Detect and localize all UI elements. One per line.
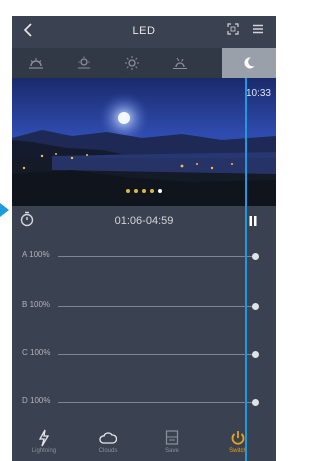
channel-value: 100% xyxy=(30,348,51,357)
page-dot xyxy=(150,189,154,193)
channel-name: C xyxy=(22,348,28,357)
slider-handle[interactable] xyxy=(252,399,259,406)
pause-icon xyxy=(249,216,257,226)
sun-icon xyxy=(125,56,139,70)
nav-label: Clouds xyxy=(98,448,118,454)
cloud-icon xyxy=(99,432,117,444)
sunset-icon xyxy=(173,57,187,70)
phone-screen: LED 10:33 01:06-04:59 A 100% B 100% C 10… xyxy=(12,16,276,461)
sun-high-icon xyxy=(78,56,90,69)
schedule-row: 01:06-04:59 xyxy=(12,206,276,236)
tab-morning[interactable] xyxy=(60,48,108,78)
page-dot xyxy=(126,189,130,193)
channel-a-label: A 100% xyxy=(22,250,50,259)
channel-name: B xyxy=(22,300,28,309)
nav-label: Switch xyxy=(229,448,247,454)
channel-value: 100% xyxy=(30,396,51,405)
annotation-line xyxy=(245,78,247,461)
channel-name: D xyxy=(22,396,28,405)
annotation-arrow xyxy=(0,203,9,217)
preview-time: 10:33 xyxy=(245,88,271,99)
channel-b-slider[interactable]: B 100% xyxy=(12,298,276,314)
scene-preview-image: 10:33 xyxy=(12,78,276,206)
bottom-navigation: Lightning Clouds Save Switch xyxy=(12,426,276,461)
channel-value: 100% xyxy=(29,300,51,309)
nav-switch[interactable]: Switch xyxy=(212,426,264,461)
channel-value: 100% xyxy=(29,250,50,259)
fullscreen-icon xyxy=(227,23,239,35)
light-mode-tabs xyxy=(12,48,276,78)
time-range: 01:06-04:59 xyxy=(114,215,174,227)
sunrise-icon xyxy=(29,58,43,69)
save-icon xyxy=(165,430,179,445)
lightning-icon xyxy=(38,429,50,447)
slider-track[interactable] xyxy=(58,354,255,355)
slider-track[interactable] xyxy=(58,402,255,403)
pause-button[interactable] xyxy=(248,214,258,232)
tab-noon[interactable] xyxy=(108,48,156,78)
channel-a-slider[interactable]: A 100% xyxy=(12,248,276,264)
channel-c-label: C 100% xyxy=(22,348,50,357)
tab-sunrise[interactable] xyxy=(12,48,60,78)
moon-icon xyxy=(244,57,255,69)
slider-track[interactable] xyxy=(58,306,255,307)
menu-button[interactable] xyxy=(252,22,264,38)
channel-d-label: D 100% xyxy=(22,396,50,405)
page-dot xyxy=(134,189,138,193)
page-dot xyxy=(142,189,146,193)
slider-handle[interactable] xyxy=(252,303,259,310)
nav-label: Save xyxy=(165,448,179,454)
slider-handle[interactable] xyxy=(252,351,259,358)
nav-label: Lightning xyxy=(31,448,57,454)
page-indicator xyxy=(12,180,276,198)
channel-name: A xyxy=(22,250,27,259)
slider-handle[interactable] xyxy=(252,253,259,260)
channel-c-slider[interactable]: C 100% xyxy=(12,346,276,362)
channel-b-label: B 100% xyxy=(22,300,50,309)
slider-track[interactable] xyxy=(58,256,255,257)
fullscreen-button[interactable] xyxy=(227,22,239,38)
tab-sunset[interactable] xyxy=(156,48,204,78)
tab-moonlight[interactable] xyxy=(222,48,276,78)
top-bar: LED xyxy=(12,16,276,48)
nav-lightning[interactable]: Lightning xyxy=(18,426,70,461)
menu-icon xyxy=(253,24,263,34)
nav-clouds[interactable]: Clouds xyxy=(82,426,134,461)
nav-save[interactable]: Save xyxy=(146,426,198,461)
channel-d-slider[interactable]: D 100% xyxy=(12,394,276,410)
power-icon xyxy=(231,431,245,445)
page-dot-current xyxy=(158,189,162,193)
